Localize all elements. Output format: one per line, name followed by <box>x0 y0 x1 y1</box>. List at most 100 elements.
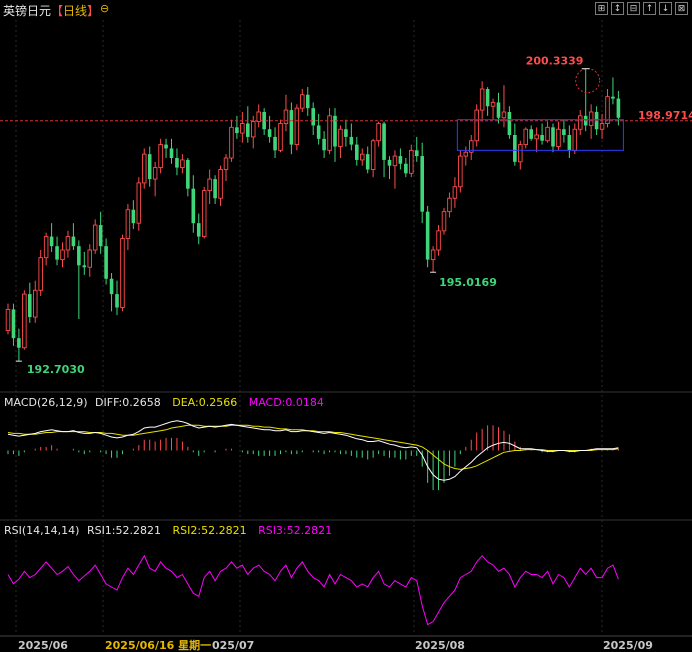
candle-body <box>376 123 381 142</box>
candle-body <box>38 257 43 291</box>
candle-body <box>545 126 550 142</box>
candle-body <box>65 236 71 251</box>
macd-header: MACD(26,12,9) DIFF:0.2658 DEA:0.2566 MAC… <box>4 396 324 409</box>
candle-body <box>409 149 414 174</box>
candle-body <box>71 236 76 247</box>
rsi3-value: RSI3:52.2821 <box>258 524 332 537</box>
candle-body <box>33 289 38 318</box>
candle-body <box>158 144 163 169</box>
candle-body <box>616 98 621 118</box>
candle-body <box>392 155 398 167</box>
candle-body <box>360 153 365 161</box>
candle-body <box>551 127 555 147</box>
candle-body <box>17 338 21 348</box>
candle-body <box>77 246 81 266</box>
candle-body <box>22 293 27 349</box>
candle-body <box>169 148 174 158</box>
candle-body <box>196 223 201 237</box>
candle-body <box>98 225 103 247</box>
candle-body <box>599 123 605 130</box>
candle-body <box>365 154 370 170</box>
macd-dea-value: DEA:0.2566 <box>172 396 237 409</box>
candle-body <box>355 144 359 160</box>
candle-body <box>186 159 190 189</box>
crosshair-date-label: 2025/06/16 星期一 <box>105 638 211 652</box>
candle-body <box>152 167 158 180</box>
candle-body <box>55 246 59 260</box>
candle-body <box>87 249 92 268</box>
candle-body <box>250 121 256 138</box>
candle-body <box>175 158 179 168</box>
candle-body <box>404 163 408 174</box>
candle-body <box>218 169 223 199</box>
candle-body <box>180 159 185 169</box>
candle-body <box>316 125 321 139</box>
candle-body <box>49 236 54 247</box>
rsi-line <box>7 554 619 626</box>
candle-body <box>278 123 283 151</box>
candle-body <box>283 109 289 124</box>
candle-body <box>463 151 469 157</box>
candle-body <box>490 101 496 107</box>
candle-body <box>452 186 458 199</box>
candle-body <box>11 309 16 339</box>
candle-body <box>425 211 430 260</box>
candle-body <box>496 102 501 118</box>
candle-body <box>141 153 147 184</box>
candle-body <box>556 128 561 147</box>
candle-body <box>572 128 578 151</box>
candle-body <box>311 108 315 126</box>
candle-body <box>370 140 376 170</box>
candle-body <box>349 136 354 145</box>
candle-body <box>92 224 98 251</box>
high-marker-circle <box>575 68 601 94</box>
x-label-sep: 2025/09 <box>603 639 653 652</box>
candle-body <box>82 265 87 268</box>
candle-body <box>207 178 212 192</box>
candle-body <box>223 157 229 170</box>
rsi-header: RSI(14,14,14) RSI1:52.2821 RSI2:52.2821 … <box>4 524 332 537</box>
candle-body <box>60 249 65 261</box>
mid-low-price-label: 195.0169 <box>439 276 497 289</box>
candle-body <box>125 209 131 239</box>
candle-body <box>479 88 485 111</box>
candle-body <box>191 188 196 224</box>
x-label-jul: 025/07 <box>212 639 254 652</box>
candle-body <box>43 236 49 259</box>
low-price-label: 192.7030 <box>27 363 85 376</box>
candle-body <box>474 109 479 142</box>
candle-body <box>322 138 326 151</box>
chart-canvas[interactable]: 200.3339 192.7030 195.0169 198.9714 MACD… <box>0 0 692 652</box>
x-label-aug: 2025/08 <box>415 639 465 652</box>
candle-body <box>567 135 572 151</box>
macd-title: MACD(26,12,9) <box>4 396 88 409</box>
candle-body <box>382 123 386 160</box>
candle-body <box>256 111 261 123</box>
price-candles <box>5 68 621 362</box>
candle-body <box>240 123 245 134</box>
candle-body <box>273 136 277 151</box>
candle-body <box>588 111 594 126</box>
candle-body <box>458 155 463 188</box>
candle-body <box>523 128 529 146</box>
candle-body <box>578 115 583 130</box>
macd-macd-value: MACD:0.0184 <box>249 396 324 409</box>
rsi2-value: RSI2:52.2821 <box>173 524 247 537</box>
rsi1-value: RSI1:52.2821 <box>87 524 161 537</box>
candle-body <box>300 94 305 109</box>
candle-body <box>513 135 517 162</box>
candle-body <box>611 96 615 99</box>
high-price-label: 200.3339 <box>526 55 584 68</box>
candle-body <box>213 179 217 199</box>
candle-body <box>529 129 533 139</box>
candle-body <box>164 144 168 149</box>
rsi-title: RSI(14,14,14) <box>4 524 79 537</box>
candle-body <box>246 123 250 137</box>
macd-diff-value: DIFF:0.2658 <box>95 396 161 409</box>
candle-body <box>147 154 152 180</box>
macd-histogram <box>7 425 619 491</box>
candle-body <box>534 134 539 140</box>
candle-body <box>540 135 544 141</box>
candle-body <box>398 156 403 164</box>
candle-body <box>235 127 239 134</box>
